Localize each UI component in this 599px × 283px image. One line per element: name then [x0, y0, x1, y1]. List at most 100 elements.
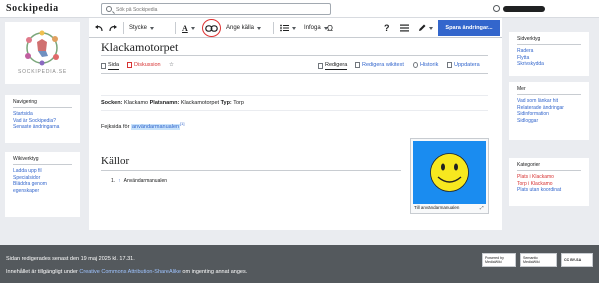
image-thumbnail[interactable]: Till användarmanualen ⤢: [410, 138, 489, 214]
toolbar-divider: [175, 22, 176, 34]
category-plats-i-klackamo[interactable]: Plats i Klackamo: [517, 174, 581, 181]
tool-upload[interactable]: Ladda upp fil: [13, 168, 72, 175]
menu-icon: [400, 24, 409, 32]
pencil-icon: [318, 63, 323, 69]
selected-link-text[interactable]: användarmanualen: [130, 123, 181, 130]
tab-edit[interactable]: Redigera: [318, 62, 348, 70]
cite-label: Ange källa: [226, 25, 255, 31]
smiley-icon: [430, 153, 469, 192]
toolbar-divider: [123, 22, 124, 34]
page-title[interactable]: Klackamotorpet: [101, 40, 178, 55]
more-related-changes[interactable]: Relaterade ändringar: [517, 105, 581, 112]
socken-value: Klackamo: [123, 100, 149, 106]
reference-text: Användarmanualen: [123, 178, 168, 184]
tab-discussion-label: Diskussion: [134, 62, 161, 68]
nav-startsida[interactable]: Startsida: [13, 111, 72, 118]
mediawiki-badge-text: Powered by MediaWiki: [485, 256, 504, 264]
tab-edit-label: Redigera: [325, 62, 348, 70]
watch-star-button[interactable]: ☆: [169, 62, 174, 68]
chevron-down-icon: [150, 26, 155, 30]
category-plats-utan-koordinat[interactable]: Plats utan koordinat: [517, 187, 581, 194]
more-title: Mer: [517, 86, 581, 95]
more-panel: Mer Vad som länkar hit Relaterade ändrin…: [509, 82, 589, 140]
more-page-logs[interactable]: Sidloggar: [517, 118, 581, 125]
pencil-icon: [419, 24, 426, 31]
reference-number: 1.: [111, 178, 116, 184]
tab-refresh[interactable]: Uppdatera: [447, 62, 480, 68]
discussion-icon: [127, 62, 132, 68]
page-options-button[interactable]: [400, 18, 409, 38]
highlight-circle: [202, 19, 221, 37]
wiki-tools-panel: Wikiverktyg Ladda upp fil Specialsidor B…: [5, 152, 80, 217]
chevron-down-icon: [257, 26, 262, 30]
enlarge-icon[interactable]: ⤢: [480, 205, 484, 210]
section-heading[interactable]: Källor: [101, 155, 129, 167]
insert-dropdown[interactable]: Infoga: [304, 18, 328, 38]
cc-license-badge[interactable]: CC BY-SA: [561, 253, 593, 267]
category-torp-i-klackamo[interactable]: Torp i Klackamo: [517, 181, 581, 188]
paragraph-format-dropdown[interactable]: Stycke: [129, 18, 155, 38]
title-divider: [101, 55, 488, 56]
tab-edit-wikitext[interactable]: Redigera wikitext: [355, 62, 404, 68]
tool-special-pages[interactable]: Specialsidor: [13, 175, 72, 182]
user-menu-redacted[interactable]: [503, 6, 545, 12]
nav-recent-changes[interactable]: Senaste ändringarna: [13, 124, 72, 131]
special-character-button[interactable]: Ω: [327, 18, 333, 38]
semantic-badge-text: Semantic MediaWiki: [523, 256, 540, 264]
reference-item[interactable]: 1. ↑ Användarmanualen: [111, 178, 167, 184]
more-page-info[interactable]: Sidinformation: [517, 111, 581, 118]
tab-edit-wikitext-label: Redigera wikitext: [362, 62, 404, 68]
save-changes-button[interactable]: Spara ändringar...: [438, 20, 500, 36]
page-tools-panel: Sidverktyg Radera Flytta Skrivskydda: [509, 32, 589, 76]
tab-page[interactable]: Sida: [101, 62, 120, 70]
navigation-title: Navigering: [13, 99, 72, 108]
top-header: Sockipedia: [0, 0, 599, 18]
nav-about[interactable]: Vad är Sockipedia?: [13, 118, 72, 125]
footnote-marker[interactable]: [1]: [180, 121, 184, 126]
text-style-icon: A: [182, 23, 188, 33]
smiley-image[interactable]: [413, 141, 486, 204]
last-edited-text: Sidan redigerades senast den 19 maj 2025…: [6, 256, 135, 262]
body-prefix: Fejksida för: [101, 123, 130, 130]
toolbar-divider: [273, 22, 274, 34]
tab-page-label: Sida: [108, 62, 120, 70]
typ-value: Torp: [233, 100, 244, 106]
help-button[interactable]: ?: [384, 18, 390, 38]
bullet-list-icon: [280, 24, 289, 32]
search-input[interactable]: [116, 5, 316, 14]
cite-dropdown[interactable]: Ange källa: [226, 18, 262, 38]
more-what-links-here[interactable]: Vad som länkar hit: [517, 98, 581, 105]
license-text: Innehållet är tillgängligt under Creativ…: [6, 269, 247, 275]
site-logo[interactable]: SOCKIPEDIA.SE: [5, 22, 80, 84]
redo-button[interactable]: [109, 18, 118, 38]
tool-move[interactable]: Flytta: [517, 55, 581, 62]
image-caption: Till användarmanualen: [414, 205, 460, 210]
site-brand[interactable]: Sockipedia: [6, 3, 59, 14]
semantic-mediawiki-badge[interactable]: Semantic MediaWiki: [520, 253, 557, 267]
chevron-down-icon: [292, 26, 296, 30]
wiki-tools-title: Wikiverktyg: [13, 156, 72, 165]
license-link[interactable]: Creative Commons Attribution-ShareAlike: [79, 269, 181, 275]
infobox-line: Socken: Klackamo Platsnamn: Klackamotorp…: [101, 100, 244, 106]
socken-label: Socken:: [101, 100, 123, 106]
tab-discussion[interactable]: Diskussion: [127, 62, 161, 68]
tab-history[interactable]: Historik: [413, 62, 438, 68]
tool-protect[interactable]: Skrivskydda: [517, 61, 581, 68]
undo-button[interactable]: [94, 18, 103, 38]
paragraph-format-label: Stycke: [129, 25, 148, 31]
tool-browse-properties[interactable]: Bläddra genom egenskaper: [13, 181, 61, 194]
reference-backlink[interactable]: ↑: [118, 178, 121, 184]
search-box[interactable]: [101, 3, 331, 15]
powered-by-mediawiki-badge[interactable]: Powered by MediaWiki: [482, 253, 516, 267]
page-tools-title: Sidverktyg: [517, 36, 581, 45]
user-icon[interactable]: [493, 5, 500, 12]
infobox-border-top: [101, 95, 488, 96]
section-divider: [101, 170, 401, 171]
chevron-down-icon: [190, 26, 195, 30]
logo-text: SOCKIPEDIA.SE: [17, 69, 68, 75]
tool-delete[interactable]: Radera: [517, 48, 581, 55]
text-style-dropdown[interactable]: A: [182, 18, 195, 38]
list-dropdown[interactable]: [280, 18, 296, 38]
edit-mode-dropdown[interactable]: [418, 18, 433, 38]
body-paragraph[interactable]: Fejksida för användarmanualen[1]: [101, 121, 185, 130]
